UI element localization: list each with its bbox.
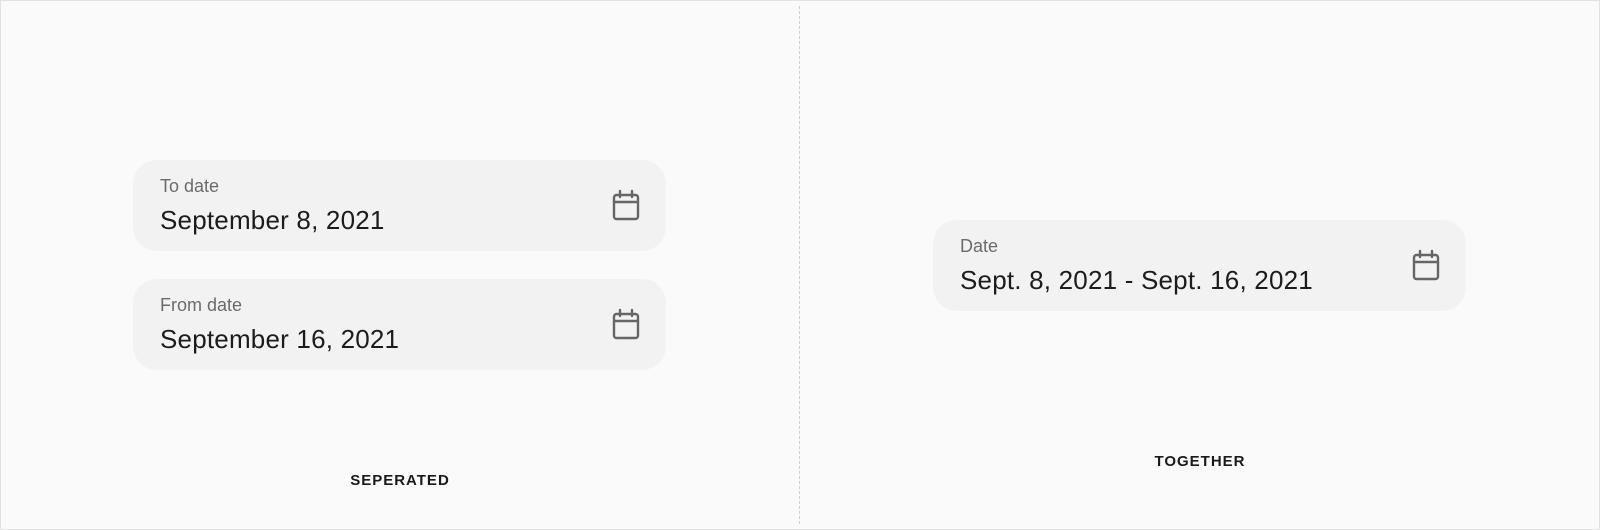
- date-range-value[interactable]: Sept. 8, 2021 - Sept. 16, 2021: [960, 265, 1313, 296]
- calendar-icon[interactable]: [610, 189, 642, 223]
- date-range-label: Date: [960, 236, 999, 256]
- date-range-field[interactable]: Date Sept. 8, 2021 - Sept. 16, 2021: [933, 220, 1466, 311]
- calendar-icon[interactable]: [1410, 249, 1442, 283]
- together-caption: TOGETHER: [1154, 453, 1246, 470]
- calendar-icon[interactable]: [610, 308, 642, 342]
- from-date-value[interactable]: September 16, 2021: [160, 324, 399, 355]
- section-divider: [799, 6, 800, 524]
- separated-caption: SEPERATED: [350, 472, 450, 489]
- from-date-label: From date: [160, 295, 243, 315]
- from-date-field[interactable]: From date September 16, 2021: [133, 279, 666, 370]
- to-date-label: To date: [160, 176, 220, 196]
- to-date-value[interactable]: September 8, 2021: [160, 205, 385, 236]
- to-date-field[interactable]: To date September 8, 2021: [133, 160, 666, 251]
